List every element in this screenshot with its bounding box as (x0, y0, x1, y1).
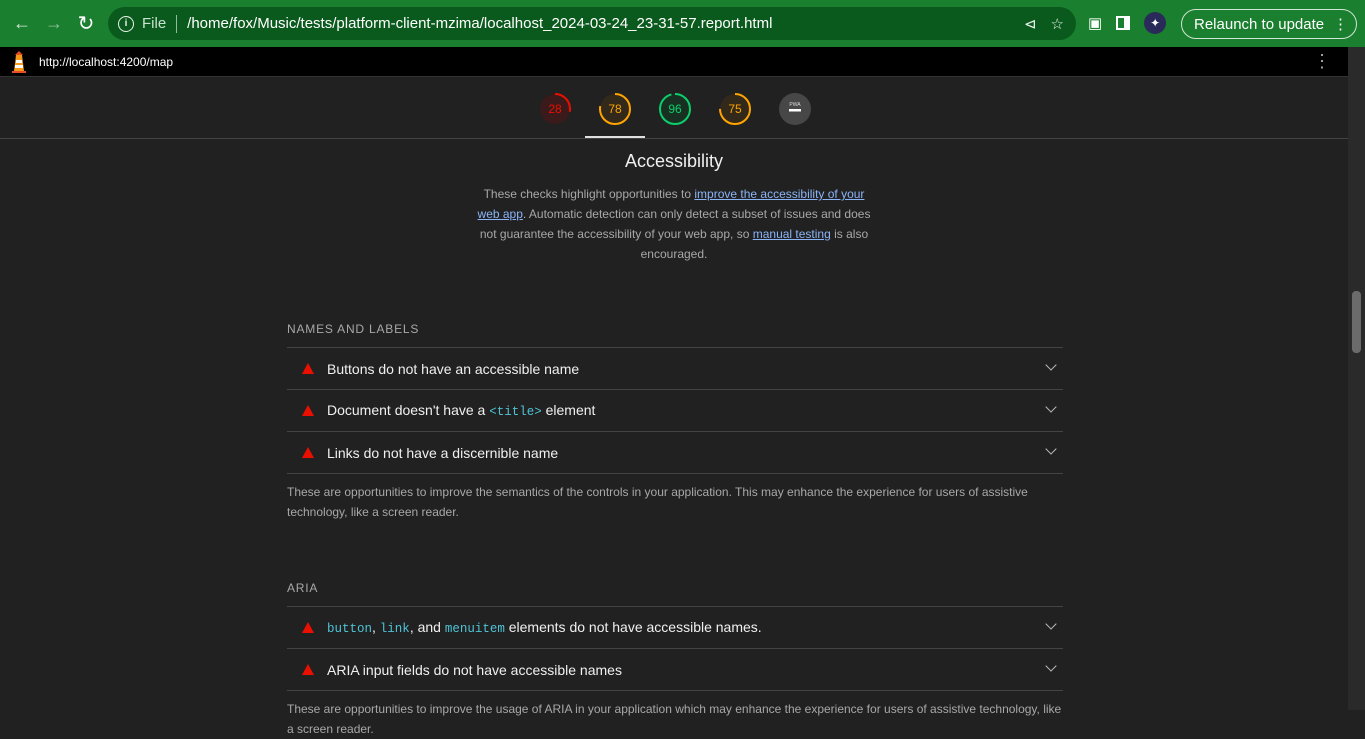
audit-code: link (379, 622, 410, 636)
group-title-names-labels: NAMES AND LABELS (287, 322, 420, 336)
group-description: These are opportunities to improve the s… (287, 485, 1028, 519)
group-divider (287, 473, 1063, 474)
lighthouse-logo-icon (10, 50, 28, 73)
gauge-pwa[interactable]: PWA (778, 92, 812, 126)
scrollbar-thumb[interactable] (1352, 291, 1361, 353)
chevron-down-icon[interactable] (1045, 359, 1057, 371)
relaunch-button[interactable]: Relaunch to update ⋮ (1181, 9, 1357, 39)
lighthouse-topbar: http://localhost:4200/map ⋮ (0, 47, 1365, 77)
gauge-accessibility[interactable]: 78 (598, 92, 632, 126)
chevron-down-icon[interactable] (1045, 660, 1057, 672)
audit-title-text: elements do not have accessible names. (504, 619, 762, 635)
audit-link-name[interactable]: Links do not have a discernible name (287, 431, 1063, 473)
chevron-down-icon[interactable] (1045, 618, 1057, 630)
audit-document-title[interactable]: Document doesn't have a <title> element (287, 389, 1063, 431)
group-title-aria: ARIA (287, 581, 319, 595)
audit-code: menuitem (444, 622, 505, 636)
fail-triangle-icon (302, 405, 314, 416)
bookmark-star-icon[interactable]: ☆ (1051, 15, 1064, 33)
audit-title: ARIA input fields do not have accessible… (327, 661, 622, 678)
fail-triangle-icon (302, 363, 314, 374)
gauge-score: 28 (548, 102, 562, 116)
desc-text: These checks highlight opportunities to (483, 187, 695, 201)
audit-title-text: Document doesn't have a (327, 402, 490, 418)
reload-icon: ↻ (77, 13, 95, 35)
more-menu-icon[interactable]: ⋮ (1333, 15, 1348, 33)
gauge-score: 78 (608, 102, 622, 116)
audit-title-text: , (372, 619, 380, 635)
fail-triangle-icon (302, 664, 314, 675)
fail-triangle-icon (302, 622, 314, 633)
share-icon[interactable]: ⊲ (1024, 15, 1037, 33)
side-panel-icon[interactable] (1116, 16, 1131, 30)
pwa-badge-icon: PWA (779, 93, 811, 125)
omnibox-separator (176, 14, 178, 33)
audit-title: Links do not have a discernible name (327, 444, 559, 461)
chevron-down-icon[interactable] (1045, 443, 1057, 455)
gauge-score: 96 (668, 102, 682, 116)
score-gauges: 28 78 96 75 PWA (0, 78, 1348, 139)
active-gauge-indicator (585, 136, 645, 138)
back-button[interactable]: ← (6, 8, 38, 40)
group-divider (287, 690, 1063, 691)
audit-aria-command-name[interactable]: button, link, and menuitem elements do n… (287, 606, 1063, 648)
arrow-left-icon: ← (13, 13, 31, 33)
page-scrollbar[interactable] (1348, 47, 1365, 710)
gauge-score: 75 (728, 102, 742, 116)
group-description: These are opportunities to improve the u… (287, 702, 1062, 736)
reload-button[interactable]: ↻ (70, 8, 102, 40)
svg-text:PWA: PWA (789, 102, 801, 108)
gauge-performance[interactable]: 28 (538, 92, 572, 126)
profile-avatar[interactable]: ✦ (1144, 12, 1167, 34)
category-description: These checks highlight opportunities to … (474, 184, 874, 264)
audit-code: <title> (489, 405, 542, 419)
audit-aria-input-field-name[interactable]: ARIA input fields do not have accessible… (287, 648, 1063, 690)
url-text[interactable]: /home/fox/Music/tests/platform-client-mz… (187, 15, 772, 32)
address-bar[interactable]: i File /home/fox/Music/tests/platform-cl… (108, 7, 1076, 40)
manual-testing-link[interactable]: manual testing (753, 227, 831, 241)
audit-code: button (327, 622, 373, 636)
gauge-best-practices[interactable]: 96 (658, 92, 692, 126)
arrow-right-icon: → (45, 13, 63, 33)
audit-title: Document doesn't have a <title> element (327, 402, 595, 419)
tested-url[interactable]: http://localhost:4200/map (39, 55, 173, 69)
category-title: Accessibility (624, 151, 724, 171)
forward-button[interactable]: → (38, 8, 70, 40)
audit-title-text: , and (409, 619, 445, 635)
scheme-label: File (142, 15, 167, 32)
info-icon[interactable]: i (118, 15, 134, 32)
audit-title-text: element (541, 402, 596, 418)
chevron-down-icon[interactable] (1045, 401, 1057, 413)
fail-triangle-icon (302, 447, 314, 458)
audit-title: button, link, and menuitem elements do n… (327, 619, 762, 636)
gauge-seo[interactable]: 75 (718, 92, 752, 126)
audit-button-name[interactable]: Buttons do not have an accessible name (287, 347, 1063, 389)
audit-title: Buttons do not have an accessible name (327, 360, 580, 377)
extensions-puzzle-icon[interactable]: ▣ (1088, 14, 1102, 32)
browser-toolbar: ← → ↻ i File /home/fox/Music/tests/platf… (0, 0, 1365, 47)
relaunch-label: Relaunch to update (1194, 15, 1325, 33)
report-menu-icon[interactable]: ⋮ (1313, 52, 1331, 70)
